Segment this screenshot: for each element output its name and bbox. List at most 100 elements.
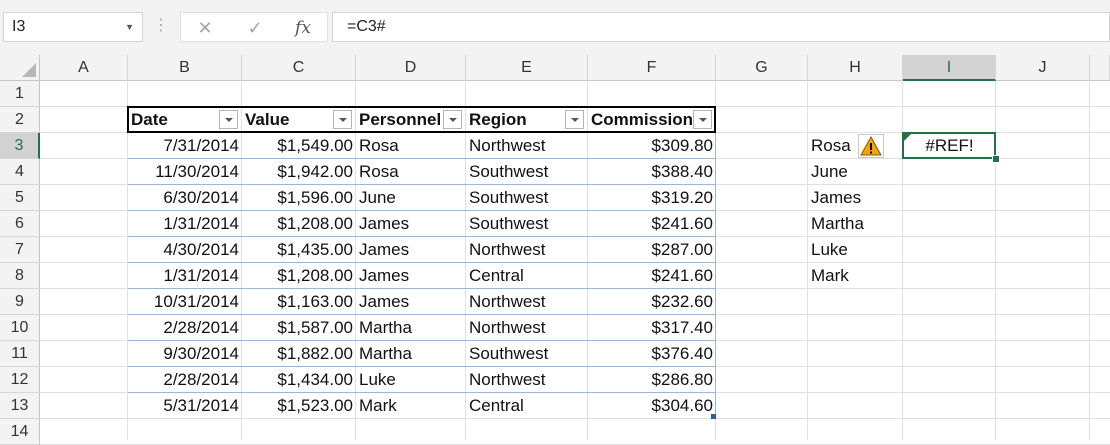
table-cell[interactable]: 1/31/2014 [128,263,242,289]
row-header-13[interactable]: 13 [0,393,40,419]
table-cell[interactable]: $304.60 [588,393,716,419]
table-cell[interactable]: Rosa [356,133,466,159]
name-list-item[interactable]: June [808,159,903,185]
table-cell[interactable]: $241.60 [588,211,716,237]
table-cell[interactable]: 4/30/2014 [128,237,242,263]
table-cell[interactable]: 6/30/2014 [128,185,242,211]
column-header-h[interactable]: H [808,55,903,81]
table-cell[interactable]: $1,163.00 [242,289,356,315]
select-all-icon [22,63,36,77]
enter-icon[interactable]: ✓ [231,13,279,43]
table-cell[interactable]: $1,587.00 [242,315,356,341]
row-header-10[interactable]: 10 [0,315,40,341]
column-header-a[interactable]: A [40,55,128,81]
fill-handle[interactable] [992,155,1000,163]
table-resize-handle[interactable] [711,414,716,419]
error-warning-button[interactable] [858,134,884,158]
table-cell[interactable]: $1,208.00 [242,211,356,237]
table-cell[interactable]: $1,549.00 [242,133,356,159]
table-cell[interactable]: $1,523.00 [242,393,356,419]
table-cell[interactable]: Mark [356,393,466,419]
table-cell[interactable]: 9/30/2014 [128,341,242,367]
table-cell[interactable]: James [356,237,466,263]
row-header-9[interactable]: 9 [0,289,40,315]
table-cell[interactable]: $1,942.00 [242,159,356,185]
table-cell[interactable]: 5/31/2014 [128,393,242,419]
table-cell[interactable]: $286.80 [588,367,716,393]
table-cell[interactable]: Northwest [466,315,588,341]
table-cell[interactable]: 11/30/2014 [128,159,242,185]
row-header-12[interactable]: 12 [0,367,40,393]
row-header-6[interactable]: 6 [0,211,40,237]
table-cell[interactable]: Martha [356,315,466,341]
table-cell[interactable]: Southwest [466,159,588,185]
table-cell[interactable]: Central [466,393,588,419]
table-cell[interactable]: Southwest [466,185,588,211]
table-cell[interactable]: Northwest [466,237,588,263]
table-cell[interactable]: Luke [356,367,466,393]
column-header-c[interactable]: C [242,55,356,81]
table-cell[interactable]: Northwest [466,289,588,315]
table-cell[interactable]: 2/28/2014 [128,315,242,341]
column-header-d[interactable]: D [356,55,466,81]
warning-icon [860,135,882,156]
more-options-icon[interactable]: ⋮ [153,12,169,42]
row-header-8[interactable]: 8 [0,263,40,289]
table-cell[interactable]: $1,596.00 [242,185,356,211]
table-cell[interactable]: Southwest [466,341,588,367]
table-cell[interactable]: $232.60 [588,289,716,315]
column-header-f[interactable]: F [588,55,716,81]
table-cell[interactable]: 2/28/2014 [128,367,242,393]
table-cell[interactable]: $317.40 [588,315,716,341]
table-cell[interactable]: Southwest [466,211,588,237]
column-header-j[interactable]: J [996,55,1090,81]
insert-function-icon[interactable]: fx [279,13,327,43]
table-cell[interactable]: $319.20 [588,185,716,211]
name-list-item[interactable]: Martha [808,211,903,237]
row-header-3[interactable]: 3 [0,133,40,159]
formula-input[interactable]: =C3# [332,12,1110,42]
name-box[interactable]: I3 ▼ [3,12,143,42]
table-cell[interactable]: 10/31/2014 [128,289,242,315]
row-header-4[interactable]: 4 [0,159,40,185]
table-cell[interactable]: James [356,263,466,289]
name-list-item[interactable]: Mark [808,263,903,289]
select-all-button[interactable] [0,55,40,81]
table-cell[interactable]: Central [466,263,588,289]
table-cell[interactable]: $309.80 [588,133,716,159]
table-cell[interactable]: $241.60 [588,263,716,289]
table-cell[interactable]: $1,434.00 [242,367,356,393]
table-cell[interactable]: James [356,211,466,237]
name-list-item[interactable]: Luke [808,237,903,263]
table-cell[interactable]: Martha [356,341,466,367]
row-header-11[interactable]: 11 [0,341,40,367]
table-cell[interactable]: $388.40 [588,159,716,185]
table-cell[interactable]: James [356,289,466,315]
table-cell[interactable]: Northwest [466,367,588,393]
spreadsheet-grid[interactable]: ABCDEFGHIJ 1 2 3 4 5 6 7 8 9 10 11 12 13 14 Date Value… [0,55,1110,445]
table-cell[interactable]: $287.00 [588,237,716,263]
table-cell[interactable]: 7/31/2014 [128,133,242,159]
column-header-g[interactable]: G [716,55,808,81]
table-cell[interactable]: Northwest [466,133,588,159]
column-header-e[interactable]: E [466,55,588,81]
table-cell[interactable]: $1,435.00 [242,237,356,263]
row-header-5[interactable]: 5 [0,185,40,211]
table-cell[interactable]: $1,208.00 [242,263,356,289]
table-cell[interactable]: Rosa [356,159,466,185]
chevron-down-icon[interactable]: ▼ [125,13,134,41]
name-list-item[interactable]: Rosa [808,133,903,159]
row-header-2[interactable]: 2 [0,107,40,133]
column-header-i[interactable]: I [903,55,996,81]
column-header-b[interactable]: B [128,55,242,81]
row-header-1[interactable]: 1 [0,81,40,107]
table-cell[interactable]: $1,882.00 [242,341,356,367]
name-list-item[interactable]: James [808,185,903,211]
row-header-14[interactable]: 14 [0,419,40,445]
cancel-icon[interactable]: ✕ [181,13,229,43]
table-cell[interactable]: 1/31/2014 [128,211,242,237]
table-header-border [127,106,716,133]
table-cell[interactable]: June [356,185,466,211]
row-header-7[interactable]: 7 [0,237,40,263]
table-cell[interactable]: $376.40 [588,341,716,367]
